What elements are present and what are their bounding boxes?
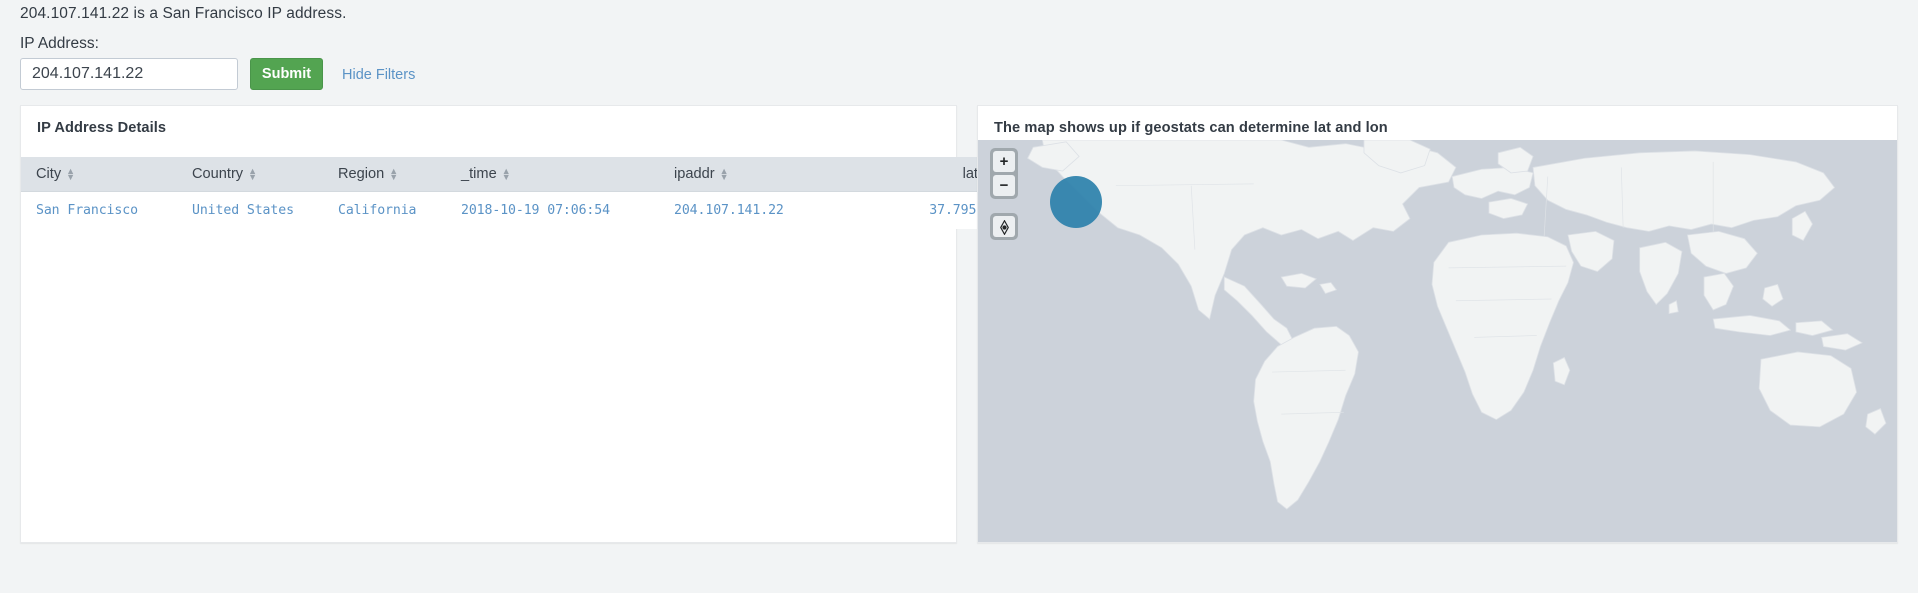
sort-icon[interactable]: ▲▼ [66, 167, 75, 182]
column-header-time[interactable]: _time ▲ ▼ [461, 157, 674, 192]
map-viewport[interactable]: + − [978, 140, 1897, 542]
locate-control-group [990, 213, 1018, 240]
page-root: 204.107.141.22 is a San Francisco IP add… [0, 0, 1918, 593]
map-panel-title: The map shows up if geostats can determi… [994, 120, 1388, 136]
table-header: City ▲ ▼ Country ▲ ▼ Region ▲ ▼ _time ▲ ▼ ipaddr [21, 157, 1045, 192]
column-header-region[interactable]: Region ▲ ▼ [338, 157, 461, 192]
column-header-city-label: City [36, 166, 62, 182]
sort-icon[interactable]: ▲▼ [248, 167, 257, 182]
column-header-ipaddr-label: ipaddr [674, 166, 715, 182]
cell-ipaddr[interactable]: 204.107.141.22 [674, 191, 862, 229]
sort-icon[interactable]: ▲▼ [389, 167, 398, 182]
table-row[interactable]: San Francisco United States California 2… [21, 191, 1091, 229]
column-header-region-label: Region [338, 166, 385, 182]
map-panel: The map shows up if geostats can determi… [977, 105, 1898, 543]
table-header-row: City ▲ ▼ Country ▲ ▼ Region ▲ ▼ _time ▲ ▼ ipaddr [21, 157, 1045, 192]
result-headline: 204.107.141.22 is a San Francisco IP add… [20, 5, 347, 22]
cell-region[interactable]: California [338, 191, 461, 229]
cell-city[interactable]: San Francisco [21, 191, 192, 229]
sort-icon[interactable]: ▲▼ [502, 167, 511, 182]
crosshair-icon [999, 220, 1009, 235]
column-header-country-label: Country [192, 166, 244, 182]
zoom-control-group: + − [990, 148, 1018, 199]
panels-row: IP Address Details City ▲ ▼ Country ▲ ▼ Regi… [20, 105, 1898, 543]
cell-country[interactable]: United States [192, 191, 338, 229]
hide-filters-link[interactable]: Hide Filters [342, 67, 415, 83]
ip-address-details-title: IP Address Details [37, 120, 167, 136]
zoom-in-button[interactable]: + [993, 151, 1015, 172]
ip-details-table: City ▲ ▼ Country ▲ ▼ Region ▲ ▼ _time ▲ ▼ ipaddr [21, 157, 1091, 229]
map-marker-san-francisco[interactable] [1050, 176, 1102, 228]
cell-time[interactable]: 2018-10-19 07:06:54 [461, 191, 674, 229]
column-header-country[interactable]: Country ▲ ▼ [192, 157, 338, 192]
zoom-out-button[interactable]: − [993, 175, 1015, 196]
column-header-city[interactable]: City ▲ ▼ [21, 157, 192, 192]
column-header-ipaddr[interactable]: ipaddr ▲ ▼ [674, 157, 862, 192]
column-header-lat-label: lat [962, 166, 978, 182]
world-map [978, 140, 1897, 542]
sort-icon[interactable]: ▲▼ [720, 167, 729, 182]
ip-address-details-panel: IP Address Details City ▲ ▼ Country ▲ ▼ Regi… [20, 105, 1091, 543]
table-body: San Francisco United States California 2… [21, 191, 1091, 229]
locate-button[interactable] [993, 216, 1015, 237]
ip-address-label: IP Address: [20, 35, 99, 52]
map-controls: + − [990, 148, 1018, 240]
column-header-time-label: _time [461, 166, 497, 182]
ip-address-input[interactable] [20, 58, 238, 90]
submit-button[interactable]: Submit [250, 58, 323, 90]
